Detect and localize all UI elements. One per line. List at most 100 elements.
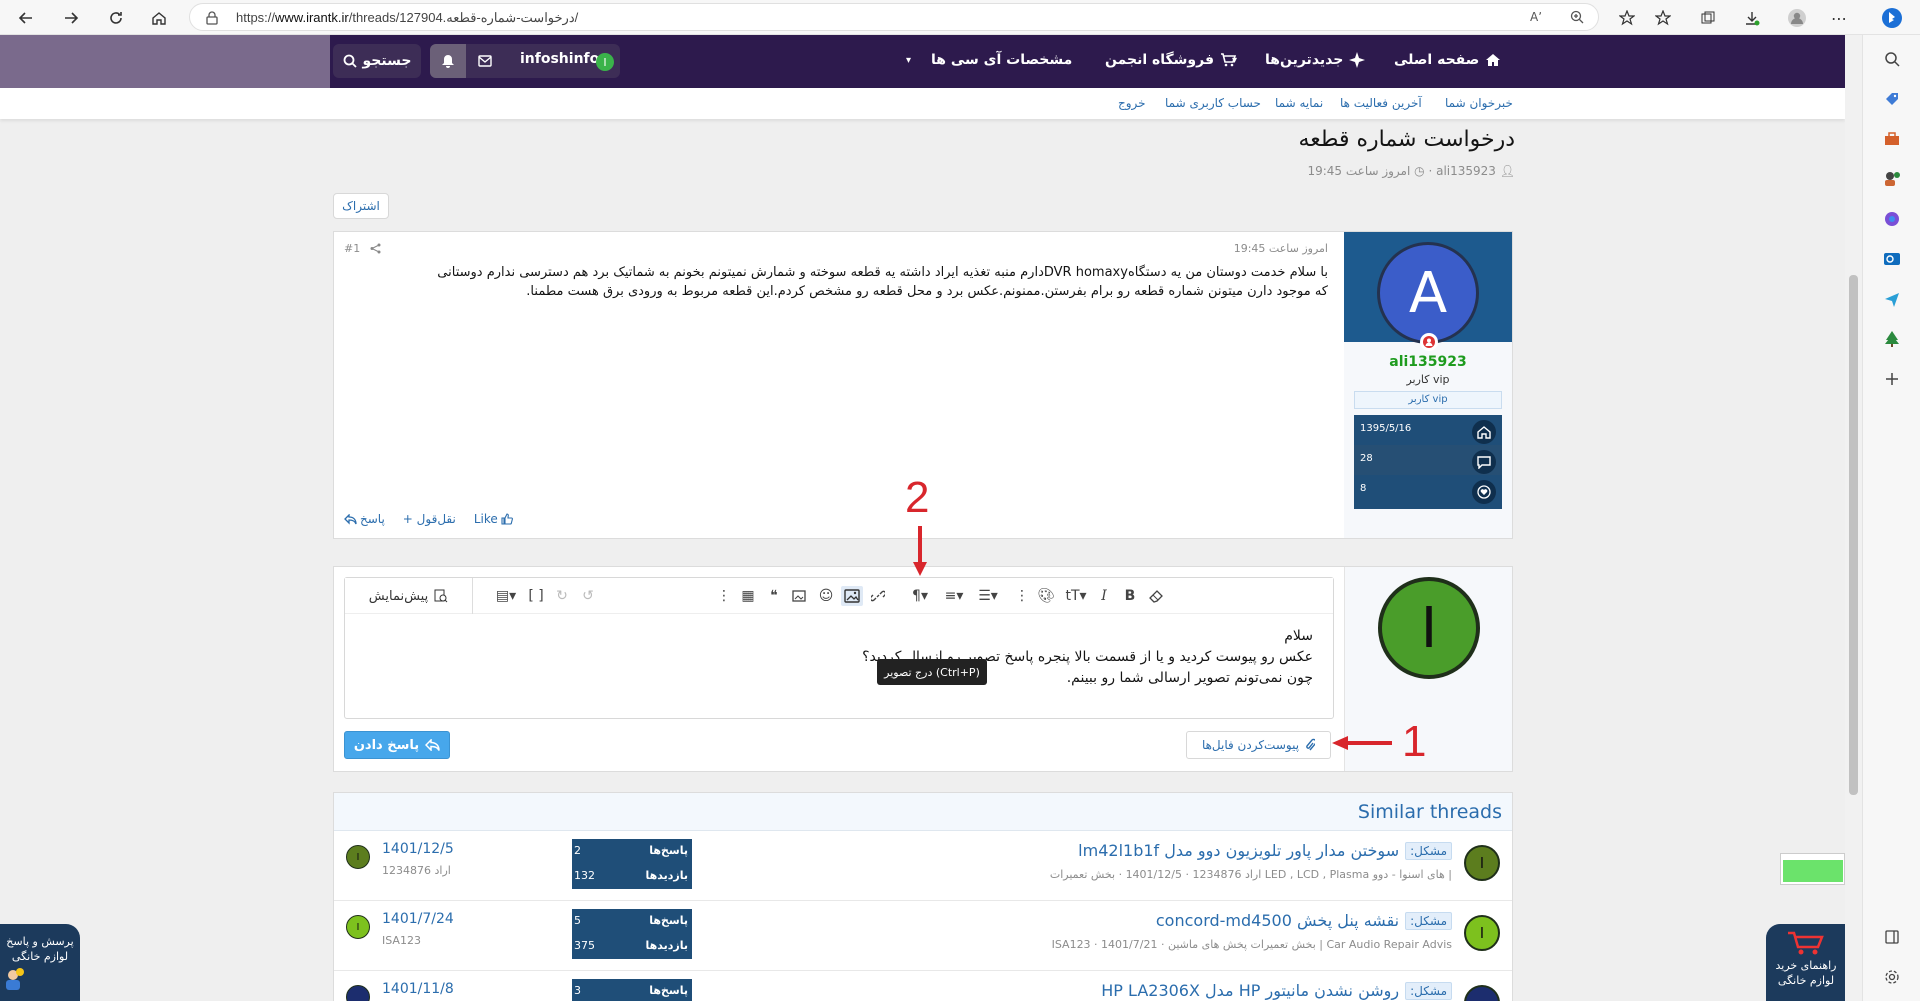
- last-post-user[interactable]: اراد 1234876: [382, 864, 451, 877]
- sidebar-panel-icon[interactable]: [1880, 925, 1904, 949]
- list-icon[interactable]: ☰▾: [973, 586, 1003, 606]
- sidebar-tree-icon[interactable]: [1880, 327, 1904, 351]
- sub-nav-profile[interactable]: نمایه شما: [1275, 96, 1323, 110]
- insert-image-icon[interactable]: [841, 586, 863, 606]
- thread-author[interactable]: ali135923: [1436, 164, 1496, 178]
- inbox-button[interactable]: [470, 44, 500, 78]
- nav-pc-specs[interactable]: ▾ مشخصات آی سی ها: [906, 52, 1072, 68]
- read-aloud-icon[interactable]: Aʼ: [1530, 10, 1542, 24]
- favorite-add-icon[interactable]: [1613, 4, 1641, 32]
- thread-row[interactable]: I مشکل: سوختن مدار پاور تلویزیون دوو مدل…: [334, 831, 1512, 901]
- last-post-avatar[interactable]: [346, 985, 370, 1001]
- nav-shop[interactable]: فروشگاه انجمن: [1105, 52, 1237, 68]
- sidebar-outlook-icon[interactable]: [1880, 247, 1904, 271]
- sidebar-send-icon[interactable]: [1880, 287, 1904, 311]
- align-icon[interactable]: ≡▾: [939, 586, 969, 606]
- thread-author-avatar[interactable]: [1464, 985, 1500, 1001]
- bold-icon[interactable]: B: [1119, 586, 1141, 606]
- quote-link[interactable]: + نقل‌قول: [403, 512, 456, 526]
- share-icon[interactable]: [370, 243, 381, 254]
- nav-newest[interactable]: ▾ جدیدترین‌ها: [1232, 52, 1366, 68]
- reply-avatar[interactable]: I: [1378, 577, 1480, 679]
- post-date[interactable]: امروز ساعت 19:45: [1234, 242, 1328, 255]
- bing-icon[interactable]: [1878, 4, 1906, 32]
- forward-icon[interactable]: [57, 4, 85, 32]
- emoji-icon[interactable]: ☺: [815, 586, 837, 606]
- font-size-icon[interactable]: tT▾: [1061, 586, 1091, 606]
- quote-icon[interactable]: ❝: [763, 586, 785, 606]
- sidebar-add-icon[interactable]: [1880, 367, 1904, 391]
- share-button[interactable]: اشتراک: [333, 193, 389, 219]
- thread-title[interactable]: مشکل: نقشه پنل پخش concord-md4500: [1156, 911, 1452, 930]
- redo-icon[interactable]: ↻: [551, 586, 573, 606]
- thread-author-avatar[interactable]: I: [1464, 915, 1500, 951]
- sidebar-tools-icon[interactable]: [1880, 127, 1904, 151]
- sub-nav-latest-activity[interactable]: آخرین فعالیت ها: [1340, 96, 1422, 110]
- downloads-icon[interactable]: [1738, 4, 1766, 32]
- sidebar-settings-icon[interactable]: [1880, 965, 1904, 989]
- link-icon[interactable]: [867, 586, 889, 606]
- post-number[interactable]: #1: [344, 242, 360, 255]
- alerts-button[interactable]: [430, 44, 466, 78]
- more-text-options-icon[interactable]: ⋮: [1011, 586, 1033, 606]
- italic-icon[interactable]: I: [1093, 586, 1115, 606]
- thread-row[interactable]: I مشکل: نقشه پنل پخش concord-md4500 ISA1…: [334, 901, 1512, 971]
- color-palette-icon[interactable]: 🎨︎: [1035, 586, 1057, 606]
- nav-user-avatar[interactable]: I: [596, 53, 614, 71]
- thread-prefix-badge[interactable]: مشکل:: [1405, 911, 1452, 930]
- nav-home[interactable]: صفحه اصلی: [1394, 52, 1501, 68]
- reply-editor[interactable]: پیش‌نمایش ▤▾ [ ] ↻ ↺ ⋮ ▦ ❝ ☺: [344, 577, 1334, 719]
- last-post-avatar[interactable]: I: [346, 915, 370, 939]
- submit-reply-button[interactable]: پاسخ دادن: [344, 731, 450, 759]
- attach-files-button[interactable]: پیوست‌کردن فایل‌ها: [1186, 731, 1331, 759]
- thread-row[interactable]: مشکل: روشن نشدن مانیتور HP مدل HP LA2306…: [334, 971, 1512, 1001]
- thread-author-avatar[interactable]: I: [1464, 845, 1500, 881]
- floating-qa-widget[interactable]: پرسش و پاسخ لوازم خانگی: [0, 924, 80, 1001]
- address-bar[interactable]: https://www.irantk.ir/threads/127904.درخ…: [189, 3, 1599, 31]
- thread-title[interactable]: مشکل: روشن نشدن مانیتور HP مدل HP LA2306…: [1101, 981, 1452, 1000]
- undo-icon[interactable]: ↺: [577, 586, 599, 606]
- sub-nav-logout[interactable]: خروج: [1118, 96, 1146, 110]
- zoom-icon[interactable]: [1570, 10, 1584, 24]
- sidebar-games-icon[interactable]: [1880, 167, 1904, 191]
- editor-content[interactable]: سلام عکس رو پیوست کردید و یا از قسمت بال…: [413, 626, 1313, 689]
- floating-buy-guide-widget[interactable]: راهنمای خرید لوازم خانگی: [1766, 924, 1845, 1001]
- thread-title[interactable]: مشکل: سوختن مدار پاور تلویزیون دوو مدل l…: [1078, 841, 1452, 860]
- page-scrollbar[interactable]: [1845, 35, 1862, 1001]
- sub-nav-account[interactable]: حساب کاربری شما: [1165, 96, 1261, 110]
- profile-icon[interactable]: [1783, 4, 1811, 32]
- sidebar-search-icon[interactable]: [1880, 47, 1904, 71]
- last-post-date[interactable]: 1401/7/24: [382, 911, 454, 927]
- sub-nav-news-feed[interactable]: خبرخوان شما: [1445, 96, 1513, 110]
- last-post-date[interactable]: 1401/12/5: [382, 841, 454, 857]
- search-button[interactable]: جستجو: [333, 44, 421, 78]
- more-options-icon[interactable]: ⋮: [713, 586, 735, 606]
- thread-title-text[interactable]: روشن نشدن مانیتور HP مدل HP LA2306X: [1101, 981, 1399, 1000]
- bbcode-icon[interactable]: [ ]: [525, 586, 547, 606]
- home-icon[interactable]: [145, 4, 173, 32]
- like-link[interactable]: Like: [474, 512, 513, 526]
- poster-username[interactable]: ali135923: [1344, 354, 1512, 370]
- thread-prefix-badge[interactable]: مشکل:: [1405, 841, 1452, 860]
- clear-format-icon[interactable]: [1145, 586, 1167, 606]
- drafts-icon[interactable]: ▤▾: [495, 586, 517, 606]
- last-post-avatar[interactable]: I: [346, 845, 370, 869]
- sidebar-shopping-icon[interactable]: [1880, 87, 1904, 111]
- nav-username[interactable]: infoshinfo: [520, 51, 599, 67]
- media-icon[interactable]: [789, 586, 811, 606]
- floating-mini-widget[interactable]: [1780, 853, 1845, 885]
- last-post-user[interactable]: ISA123: [382, 934, 421, 947]
- lock-icon[interactable]: [206, 11, 218, 25]
- thread-title-text[interactable]: نقشه پنل پخش concord-md4500: [1156, 911, 1399, 930]
- more-icon[interactable]: ⋯: [1825, 4, 1853, 32]
- refresh-icon[interactable]: [102, 4, 130, 32]
- table-icon[interactable]: ▦: [737, 586, 759, 606]
- thread-title-text[interactable]: سوختن مدار پاور تلویزیون دوو مدل lm42l1b…: [1078, 841, 1399, 860]
- scroll-thumb[interactable]: [1849, 275, 1858, 795]
- sidebar-office-icon[interactable]: [1880, 207, 1904, 231]
- thread-prefix-badge[interactable]: مشکل:: [1405, 981, 1452, 1000]
- back-icon[interactable]: [12, 4, 40, 32]
- preview-button[interactable]: پیش‌نمایش: [345, 578, 473, 614]
- collections-icon[interactable]: [1694, 4, 1722, 32]
- reply-link[interactable]: پاسخ: [344, 512, 385, 526]
